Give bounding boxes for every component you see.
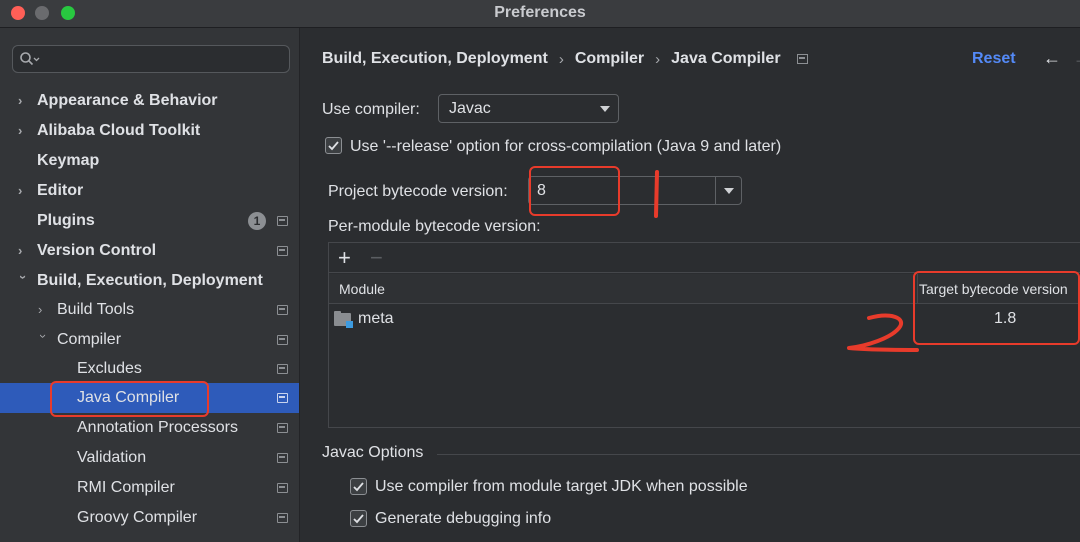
chevron-right-icon: › — [38, 302, 43, 317]
javac-options-title: Javac Options — [322, 444, 424, 461]
sidebar-item-alibaba-cloud-toolkit[interactable]: › Alibaba Cloud Toolkit — [0, 116, 299, 146]
breadcrumb-separator: › — [655, 50, 661, 68]
remove-icon[interactable]: − — [370, 245, 383, 271]
add-icon[interactable]: + — [338, 245, 351, 271]
project-settings-icon — [277, 305, 288, 315]
project-bytecode-label: Project bytecode version: — [328, 183, 508, 200]
module-folder-icon — [334, 311, 353, 328]
project-settings-icon — [277, 364, 288, 374]
table-toolbar: + − — [329, 243, 1080, 273]
chevron-right-icon: › — [18, 183, 23, 198]
breadcrumb-item: Compiler — [574, 50, 645, 67]
sidebar-item-label: Annotation Processors — [77, 419, 238, 436]
project-settings-icon — [277, 483, 288, 493]
sidebar-item-label: Appearance & Behavior — [37, 92, 218, 109]
debug-info-label: Generate debugging info — [375, 510, 552, 527]
checkmark-icon — [328, 141, 339, 151]
settings-content: Build, Execution, Deployment › Compiler … — [301, 28, 1080, 542]
project-settings-icon — [277, 216, 288, 226]
sidebar-item-excludes[interactable]: Excludes — [0, 354, 299, 384]
sidebar-item-appearance-behavior[interactable]: › Appearance & Behavior — [0, 86, 299, 116]
breadcrumb: Build, Execution, Deployment › Compiler … — [322, 50, 808, 68]
window-title: Preferences — [494, 4, 586, 21]
sidebar-item-label: Build, Execution, Deployment — [37, 272, 263, 289]
project-settings-icon — [277, 423, 288, 433]
project-settings-icon — [796, 54, 808, 64]
sidebar-item-label: Editor — [37, 182, 84, 199]
back-arrow-icon[interactable]: ← — [1043, 48, 1061, 69]
sidebar-item-rmi-compiler[interactable]: RMI Compiler — [0, 473, 299, 503]
sidebar-item-label: RMI Compiler — [77, 479, 175, 496]
breadcrumb-item: Java Compiler — [671, 50, 781, 67]
annotation-highlight-box — [913, 271, 1080, 345]
search-icon — [20, 52, 40, 66]
sidebar-item-compiler[interactable]: › Compiler — [0, 325, 299, 355]
sidebar-item-label: Build Tools — [57, 301, 135, 318]
project-settings-icon — [277, 335, 288, 345]
chevron-down-icon: › — [36, 334, 51, 339]
compiler-select[interactable]: Javac — [438, 94, 619, 123]
sidebar-item-label: Compiler — [57, 331, 122, 348]
sidebar-item-keymap[interactable]: Keymap — [0, 146, 299, 176]
chevron-right-icon: › — [18, 93, 23, 108]
use-module-jdk-label: Use compiler from module target JDK when… — [375, 478, 748, 495]
chevron-down-icon: › — [16, 275, 31, 280]
dropdown-arrow-icon — [600, 106, 610, 112]
sidebar-item-annotation-processors[interactable]: Annotation Processors — [0, 413, 299, 443]
sidebar-item-label: Excludes — [77, 360, 142, 377]
use-compiler-label: Use compiler: — [322, 101, 420, 118]
project-settings-icon — [277, 453, 288, 463]
breadcrumb-item: Build, Execution, Deployment — [322, 50, 548, 67]
debug-info-checkbox[interactable] — [350, 510, 367, 527]
sidebar-item-label: Version Control — [37, 242, 157, 259]
reset-button[interactable]: Reset — [972, 50, 1016, 68]
chevron-right-icon: › — [18, 243, 23, 258]
sidebar-item-label: Validation — [77, 449, 147, 466]
checkmark-icon — [353, 482, 364, 492]
annotation-mark-1 — [654, 170, 659, 218]
sidebar-item-build-execution-deployment[interactable]: › Build, Execution, Deployment — [0, 266, 299, 296]
dropdown-arrow-icon — [724, 188, 734, 194]
sidebar-item-editor[interactable]: › Editor — [0, 176, 299, 206]
sidebar-item-build-tools[interactable]: › Build Tools — [0, 295, 299, 325]
dropdown-divider — [715, 177, 716, 204]
project-settings-icon — [277, 246, 288, 256]
module-name-cell: meta — [358, 310, 394, 327]
column-header-module[interactable]: Module — [339, 281, 385, 297]
sidebar-item-label: Plugins — [37, 212, 95, 229]
sidebar-item-validation[interactable]: Validation — [0, 443, 299, 473]
sidebar-item-version-control[interactable]: › Version Control — [0, 236, 299, 266]
per-module-bytecode-label: Per-module bytecode version: — [328, 218, 541, 235]
project-settings-icon — [277, 393, 288, 403]
annotation-highlight-box — [529, 166, 620, 216]
title-bar: Preferences — [0, 0, 1080, 28]
settings-sidebar: › Appearance & Behavior › Alibaba Cloud … — [0, 28, 300, 542]
sidebar-item-label: Keymap — [37, 152, 100, 169]
chevron-right-icon: › — [18, 123, 23, 138]
use-module-jdk-checkbox[interactable] — [350, 478, 367, 495]
section-divider — [437, 454, 1080, 455]
forward-arrow-icon[interactable]: → — [1073, 48, 1080, 69]
sidebar-item-label: Alibaba Cloud Toolkit — [37, 122, 201, 139]
update-count-badge: 1 — [248, 212, 266, 230]
sidebar-item-groovy-compiler[interactable]: Groovy Compiler — [0, 503, 299, 533]
sidebar-item-label: Groovy Compiler — [77, 509, 198, 526]
release-option-checkbox[interactable] — [325, 137, 342, 154]
checkmark-icon — [353, 514, 364, 524]
release-option-label: Use '--release' option for cross-compila… — [350, 138, 782, 155]
project-settings-icon — [277, 513, 288, 523]
search-input[interactable] — [12, 45, 290, 73]
annotation-mark-2 — [847, 313, 919, 352]
compiler-select-value: Javac — [449, 100, 491, 117]
annotation-highlight-box — [50, 381, 209, 417]
breadcrumb-separator: › — [558, 50, 564, 68]
sidebar-item-plugins[interactable]: Plugins 1 — [0, 206, 299, 236]
